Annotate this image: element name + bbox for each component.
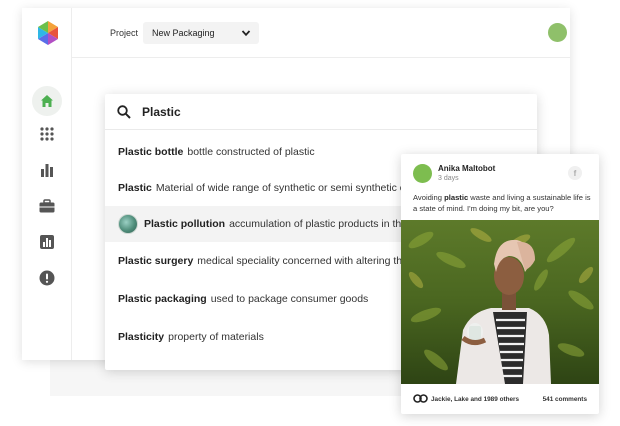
sidebar-item-projects[interactable] xyxy=(32,191,62,221)
sidebar-item-apps[interactable] xyxy=(32,119,62,149)
project-select-value: New Packaging xyxy=(152,28,215,38)
result-term: Plastic packaging xyxy=(118,293,207,305)
alert-icon xyxy=(39,270,55,286)
bar-chart-icon xyxy=(41,164,53,177)
result-term: Plastic pollution xyxy=(144,218,226,230)
sidebar-item-reports[interactable] xyxy=(32,227,62,257)
project-label: Project xyxy=(110,28,139,38)
sidebar-item-analytics[interactable] xyxy=(32,155,62,185)
post-time: 3 days xyxy=(438,175,459,182)
post-text: Avoiding plastic waste and living a sust… xyxy=(413,192,593,214)
user-avatar[interactable] xyxy=(548,23,567,42)
facebook-icon: f xyxy=(568,166,582,180)
likes-count[interactable]: Jackie, Lake and 1989 others xyxy=(431,396,519,403)
search-bar xyxy=(105,94,537,130)
sidebar-item-home[interactable] xyxy=(32,86,62,116)
app-logo-icon xyxy=(37,21,59,45)
result-term: Plastic xyxy=(118,182,152,194)
result-term: Plastic bottle xyxy=(118,146,184,158)
project-select[interactable]: New Packaging xyxy=(143,22,259,44)
sidebar-item-alerts[interactable] xyxy=(32,263,62,293)
post-author: Anika Maltobot xyxy=(438,164,496,173)
reactions-icon xyxy=(413,394,428,403)
result-description: property of materials xyxy=(168,331,264,343)
grid-icon xyxy=(40,127,54,141)
search-input[interactable] xyxy=(142,103,442,121)
home-icon xyxy=(41,95,53,107)
comments-count[interactable]: 541 comments xyxy=(543,396,587,403)
search-icon xyxy=(117,105,131,119)
post-photo xyxy=(401,220,599,384)
result-thumbnail xyxy=(118,214,138,234)
post-author-avatar xyxy=(413,164,432,183)
post-footer: Jackie, Lake and 1989 others 541 comment… xyxy=(401,384,599,414)
result-description: used to package consumer goods xyxy=(210,293,369,305)
post-text-part: Avoiding xyxy=(413,193,445,202)
sidebar xyxy=(22,8,72,360)
briefcase-icon xyxy=(39,199,55,213)
chart-box-icon xyxy=(40,235,54,249)
social-post-card[interactable]: Anika Maltobot 3 days f Avoiding plastic… xyxy=(401,154,599,414)
result-description: bottle constructed of plastic xyxy=(187,146,315,158)
post-text-keyword: plastic xyxy=(444,193,469,202)
result-term: Plastic surgery xyxy=(118,255,194,267)
chevron-down-icon xyxy=(241,30,251,37)
topbar: Project New Packaging xyxy=(72,8,570,58)
result-term: Plasticity xyxy=(118,331,165,343)
